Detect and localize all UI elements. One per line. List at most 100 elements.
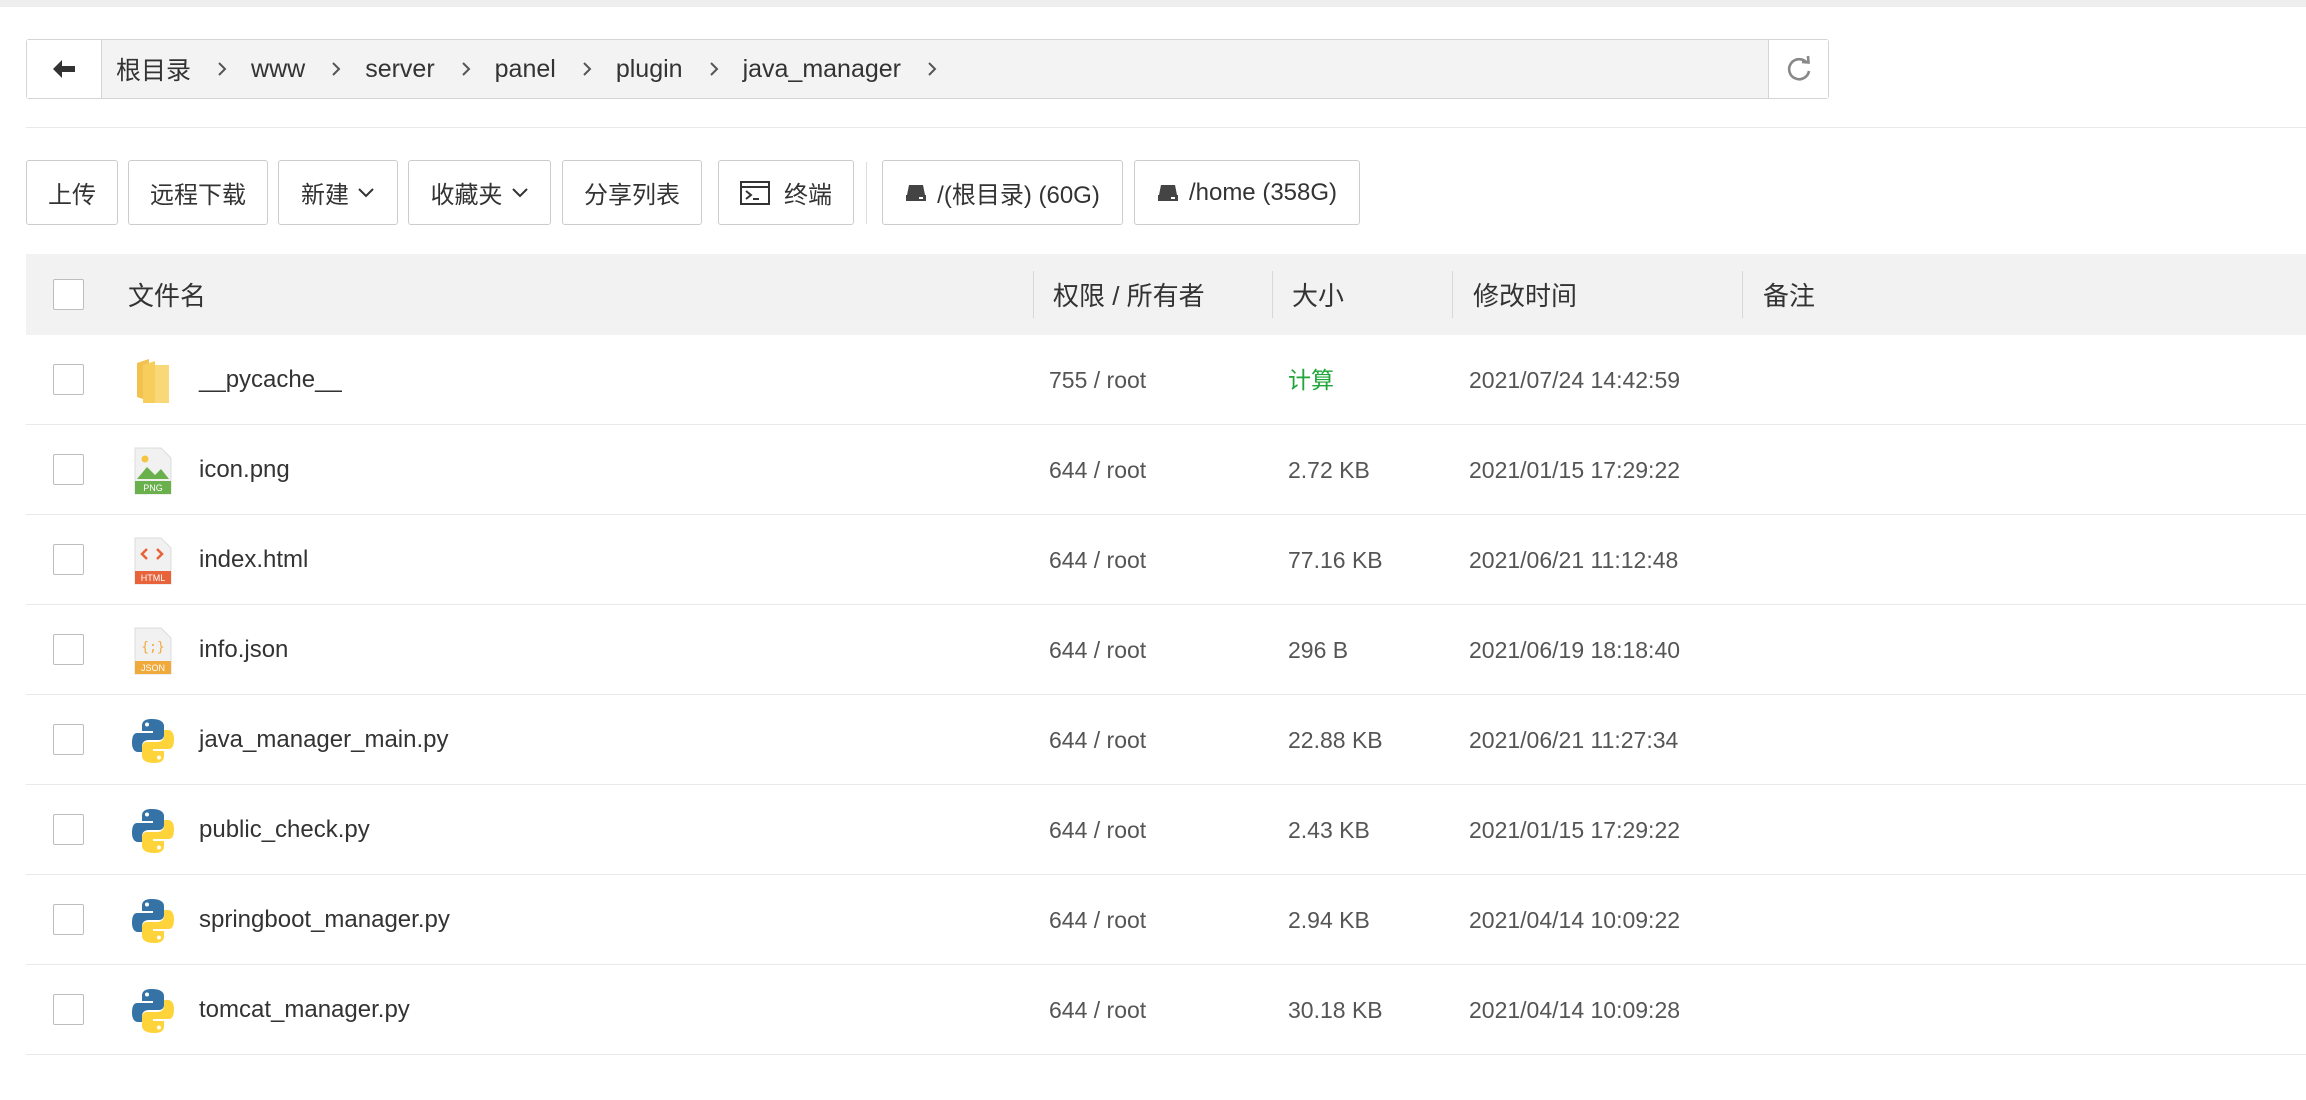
table-row[interactable]: springboot_manager.py 644 / root 2.94 KB…: [26, 875, 2306, 965]
breadcrumb-item-root[interactable]: 根目录: [116, 51, 191, 87]
file-name[interactable]: tomcat_manager.py: [199, 965, 410, 1055]
svg-text:JSON: JSON: [141, 663, 165, 673]
top-strip: [0, 0, 2306, 7]
file-size: 22.88 KB: [1288, 727, 1383, 753]
row-checkbox[interactable]: [53, 904, 84, 935]
remote-download-label: 远程下载: [150, 182, 246, 209]
table-row[interactable]: tomcat_manager.py 644 / root 30.18 KB 20…: [26, 965, 2306, 1055]
table-row[interactable]: PNG icon.png 644 / root 2.72 KB 2021/01/…: [26, 425, 2306, 515]
table-row[interactable]: HTML index.html 644 / root 77.16 KB 2021…: [26, 515, 2306, 605]
arrow-left-icon: [53, 60, 75, 78]
breadcrumb-item-server[interactable]: server: [365, 55, 434, 84]
file-mtime: 2021/04/14 10:09:28: [1469, 997, 1681, 1023]
column-header-mtime[interactable]: 修改时间: [1473, 254, 1577, 335]
breadcrumb-item-java-manager[interactable]: java_manager: [743, 55, 901, 84]
file-name[interactable]: index.html: [199, 515, 308, 605]
file-name[interactable]: java_manager_main.py: [199, 695, 448, 785]
file-perm[interactable]: 644 / root: [1049, 605, 1146, 695]
file-mtime: 2021/07/24 14:42:59: [1469, 367, 1681, 393]
file-size: 2.94 KB: [1288, 907, 1370, 933]
breadcrumb: 根目录 www server panel plugin java_manager: [116, 40, 961, 98]
hard-drive-icon: [906, 184, 927, 201]
disk-home-button[interactable]: /home (358G): [1134, 160, 1360, 225]
file-perm[interactable]: 755 / root: [1049, 335, 1146, 425]
divider: [26, 127, 2306, 128]
file-perm[interactable]: 644 / root: [1049, 695, 1146, 785]
folder-icon: [137, 359, 169, 403]
remote-download-button[interactable]: 远程下载: [128, 160, 268, 225]
terminal-icon: [740, 180, 770, 205]
breadcrumb-item-plugin[interactable]: plugin: [616, 55, 683, 84]
file-perm[interactable]: 644 / root: [1049, 425, 1146, 515]
select-all-checkbox[interactable]: [53, 279, 84, 310]
row-checkbox[interactable]: [53, 634, 84, 665]
new-label: 新建: [301, 182, 349, 209]
row-checkbox[interactable]: [53, 994, 84, 1025]
file-size: 2.43 KB: [1288, 817, 1370, 843]
column-header-perm[interactable]: 权限 / 所有者: [1053, 254, 1205, 335]
chevron-down-icon: [358, 187, 374, 197]
upload-label: 上传: [48, 182, 96, 209]
file-size: 296 B: [1288, 637, 1349, 663]
favorites-label: 收藏夹: [430, 182, 503, 209]
column-divider: [1452, 271, 1453, 318]
file-perm[interactable]: 644 / root: [1049, 785, 1146, 875]
row-checkbox[interactable]: [53, 724, 84, 755]
disk-root-button[interactable]: /(根目录) (60G): [882, 160, 1123, 225]
table-row[interactable]: {;} JSON info.json 644 / root 296 B 2021…: [26, 605, 2306, 695]
favorites-dropdown-button[interactable]: 收藏夹: [408, 160, 551, 225]
table-row[interactable]: __pycache__ 755 / root 计算 2021/07/24 14:…: [26, 335, 2306, 425]
column-header-name[interactable]: 文件名: [128, 254, 206, 335]
chevron-right-icon: [461, 61, 471, 77]
chevron-right-icon: [582, 61, 592, 77]
terminal-button[interactable]: 终端: [718, 160, 854, 225]
breadcrumb-item-panel[interactable]: panel: [495, 55, 556, 84]
file-mtime: 2021/01/15 17:29:22: [1469, 817, 1681, 843]
back-button[interactable]: [27, 40, 102, 98]
python-file-icon: [132, 899, 174, 943]
chevron-right-icon: [331, 61, 341, 77]
column-divider: [1033, 271, 1034, 318]
upload-button[interactable]: 上传: [26, 160, 118, 225]
calc-size-link[interactable]: 计算: [1288, 335, 1334, 425]
share-list-button[interactable]: 分享列表: [562, 160, 702, 225]
table-row[interactable]: public_check.py 644 / root 2.43 KB 2021/…: [26, 785, 2306, 875]
file-perm[interactable]: 644 / root: [1049, 965, 1146, 1055]
file-name[interactable]: icon.png: [199, 425, 290, 515]
new-dropdown-button[interactable]: 新建: [278, 160, 398, 225]
row-checkbox[interactable]: [53, 364, 84, 395]
svg-text:{;}: {;}: [141, 640, 164, 655]
file-perm[interactable]: 644 / root: [1049, 875, 1146, 965]
disk-root-label: /(根目录) (60G): [937, 182, 1100, 209]
python-file-icon: [132, 719, 174, 763]
file-size: 30.18 KB: [1288, 997, 1383, 1023]
file-mtime: 2021/06/21 11:27:34: [1469, 727, 1679, 753]
row-checkbox[interactable]: [53, 814, 84, 845]
share-list-label: 分享列表: [584, 182, 680, 209]
file-name[interactable]: info.json: [199, 605, 288, 695]
file-name[interactable]: __pycache__: [199, 335, 342, 425]
chevron-right-icon[interactable]: [927, 61, 937, 77]
svg-text:HTML: HTML: [141, 573, 166, 583]
column-header-note: 备注: [1763, 281, 1816, 311]
file-name[interactable]: springboot_manager.py: [199, 875, 450, 965]
row-checkbox[interactable]: [53, 544, 84, 575]
file-perm[interactable]: 644 / root: [1049, 515, 1146, 605]
refresh-button[interactable]: [1768, 40, 1828, 98]
row-checkbox[interactable]: [53, 454, 84, 485]
svg-text:PNG: PNG: [143, 483, 163, 493]
python-file-icon: [132, 989, 174, 1033]
column-divider: [1272, 271, 1273, 318]
python-file-icon: [132, 809, 174, 853]
chevron-down-icon: [511, 187, 528, 197]
file-table-header: 文件名 权限 / 所有者 大小 修改时间 备注: [26, 254, 2306, 335]
disk-home-label: /home (358G): [1188, 178, 1338, 206]
table-row[interactable]: java_manager_main.py 644 / root 22.88 KB…: [26, 695, 2306, 785]
breadcrumb-item-www[interactable]: www: [251, 55, 305, 84]
file-mtime: 2021/06/19 18:18:40: [1469, 637, 1681, 663]
terminal-label: 终端: [784, 182, 832, 209]
chevron-right-icon: [217, 61, 227, 77]
chevron-right-icon: [709, 61, 719, 77]
file-name[interactable]: public_check.py: [199, 785, 370, 875]
column-header-size[interactable]: 大小: [1292, 254, 1344, 335]
